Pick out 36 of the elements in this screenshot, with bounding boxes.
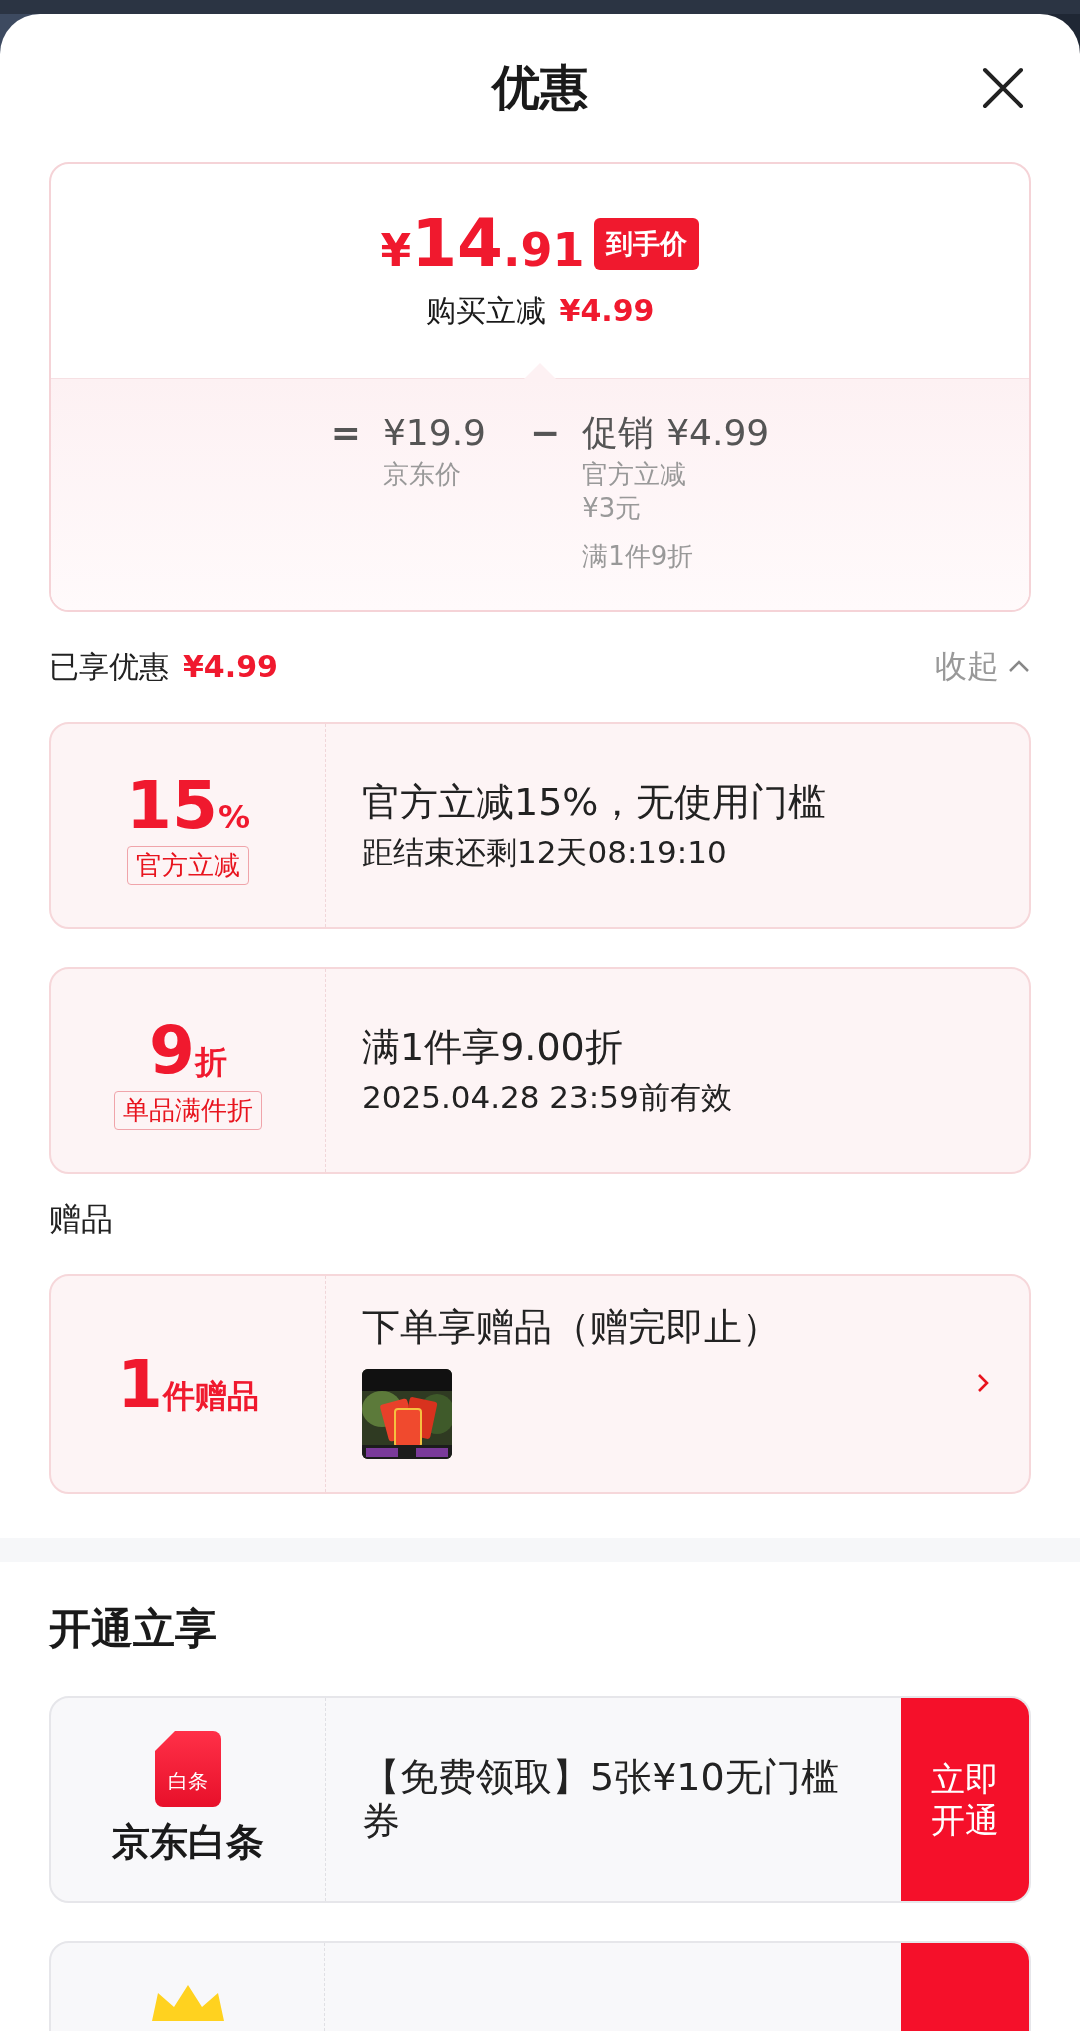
- chevron-right-icon: [975, 1372, 991, 1394]
- price-badge: 到手价: [594, 217, 700, 270]
- offer-name: 京东白条: [112, 1819, 264, 1866]
- coupon-tag: 官方立减: [127, 845, 249, 885]
- final-price: ¥14.91: [380, 210, 585, 277]
- section-label: 赠品: [49, 1199, 114, 1240]
- discount-label: 购买立减: [425, 291, 546, 330]
- gift-card[interactable]: 1件赠品 下单享赠品（赠完即止）: [49, 1274, 1031, 1494]
- price-label: 京东价: [382, 458, 462, 491]
- jd-price: ¥19.9: [382, 411, 486, 455]
- promo-detail: 官方立减: [582, 458, 688, 491]
- coupon-value: 15%: [126, 766, 250, 844]
- coupon-subtitle: 2025.04.28 23:59前有效: [362, 1078, 732, 1117]
- coupon-value: 9折: [149, 1011, 227, 1089]
- collapse-toggle[interactable]: 收起: [935, 645, 1031, 689]
- promo-detail: ¥3元: [582, 492, 643, 525]
- promo-label: 促销: [582, 411, 655, 455]
- sheet-title: 优惠: [492, 58, 588, 117]
- coupon-tag: 单品满件折: [114, 1090, 262, 1130]
- savings-amount: ¥4.99: [183, 648, 278, 684]
- promo-detail: 满1件9折: [582, 540, 695, 573]
- app-logo: 白条: [155, 1731, 221, 1807]
- promo-amount: ¥4.99: [666, 411, 770, 455]
- savings-label: 已享优惠: [49, 647, 169, 686]
- close-icon[interactable]: [981, 66, 1025, 110]
- coupon-title: 官方立减15%，无使用门槛: [362, 779, 827, 826]
- section-heading: 开通立享: [49, 1603, 218, 1655]
- coupon-subtitle: 距结束还剩12天08:19:10: [362, 833, 728, 872]
- discount-amount: ¥4.99: [559, 292, 655, 328]
- equals-sign: =: [330, 411, 361, 455]
- activate-button[interactable]: 立即开通: [901, 1698, 1029, 1901]
- gift-title: 下单享赠品（赠完即止）: [362, 1304, 780, 1351]
- offer-description: 【免费领取】5张¥10无门槛券: [362, 1755, 840, 1844]
- coupon-title: 满1件享9.00折: [362, 1024, 624, 1071]
- minus-sign: −: [530, 411, 561, 455]
- gift-count: 1件赠品: [117, 1345, 259, 1423]
